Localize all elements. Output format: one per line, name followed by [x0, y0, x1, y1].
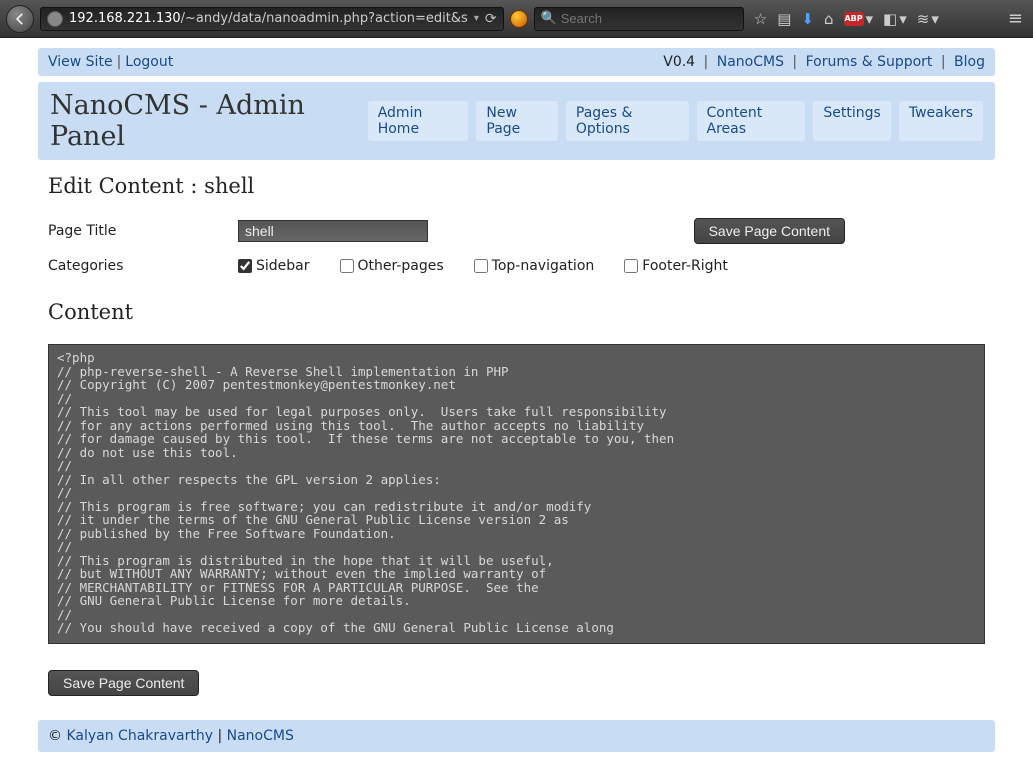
view-site-link[interactable]: View Site [48, 54, 113, 70]
back-button[interactable] [6, 5, 34, 33]
category-label: Sidebar [256, 258, 310, 274]
blog-link[interactable]: Blog [954, 54, 985, 70]
edit-heading: Edit Content : shell [48, 174, 985, 198]
library-icon[interactable]: ▤ [777, 10, 791, 28]
top-right-links: V0.4 | NanoCMS | Forums & Support | Blog [663, 54, 985, 70]
star-icon[interactable]: ☆ [754, 10, 767, 28]
search-input[interactable] [561, 11, 737, 26]
browser-toolbar: 192.168.221.130/~andy/data/nanoadmin.php… [0, 0, 1033, 38]
page-title-input[interactable] [238, 220, 428, 242]
content-heading: Content [48, 300, 985, 324]
categories-row: Categories Sidebar Other-pages Top-navigat… [48, 258, 985, 274]
page-title-row: Page Title Save Page Content [48, 218, 985, 244]
page-title-label: Page Title [48, 223, 238, 239]
category-label: Top-navigation [492, 258, 595, 274]
product-link[interactable]: NanoCMS [227, 728, 294, 744]
reload-icon[interactable]: ⟳ [485, 11, 497, 27]
logout-link[interactable]: Logout [125, 54, 173, 70]
tools-icon[interactable]: ≋▾ [917, 10, 939, 28]
main-content: Edit Content : shell Page Title Save Pag… [38, 160, 995, 696]
category-checkbox-other-pages[interactable] [340, 259, 354, 273]
nav-tab-pages-options[interactable]: Pages & Options [566, 101, 689, 141]
category-checkbox-footer-right[interactable] [624, 259, 638, 273]
search-icon: 🔍 [541, 11, 557, 26]
header: NanoCMS - Admin Panel Admin HomeNew Page… [38, 82, 995, 160]
nav-tab-settings[interactable]: Settings [813, 101, 890, 141]
category-label: Other-pages [358, 258, 444, 274]
toolbar-right: ☆ ▤ ⬇ ⌂ ABP▾ ◧▾ ≋▾ [754, 10, 939, 28]
search-bar[interactable]: 🔍 [534, 7, 744, 31]
globe-icon [47, 11, 63, 27]
categories-label: Categories [48, 258, 238, 274]
copyright-symbol: © [48, 728, 62, 744]
menu-icon[interactable]: ≡ [1008, 8, 1023, 29]
addon-icon[interactable]: ◧▾ [883, 10, 907, 28]
category-checkbox-sidebar[interactable] [238, 259, 252, 273]
abp-icon[interactable]: ABP▾ [844, 10, 874, 28]
category-list: Sidebar Other-pages Top-navigation Footer-R… [238, 258, 728, 274]
version-label: V0.4 [663, 54, 695, 70]
category-footer-right[interactable]: Footer-Right [624, 258, 728, 274]
nanocms-link[interactable]: NanoCMS [717, 54, 784, 70]
page-body: View Site | Logout V0.4 | NanoCMS | Foru… [0, 38, 1033, 772]
footer: © Kalyan Chakravarthy | NanoCMS [38, 720, 995, 752]
content-textarea[interactable] [48, 344, 985, 644]
nav-tab-admin-home[interactable]: Admin Home [368, 101, 469, 141]
separator: | [113, 54, 126, 70]
url-bar[interactable]: 192.168.221.130/~andy/data/nanoadmin.php… [40, 7, 504, 31]
category-sidebar[interactable]: Sidebar [238, 258, 310, 274]
home-icon[interactable]: ⌂ [824, 10, 834, 28]
nav-tab-content-areas[interactable]: Content Areas [697, 101, 806, 141]
page-title: NanoCMS - Admin Panel [50, 90, 368, 152]
category-checkbox-top-navigation[interactable] [474, 259, 488, 273]
nav-tab-new-page[interactable]: New Page [476, 101, 557, 141]
nav-tab-tweakers[interactable]: Tweakers [899, 101, 983, 141]
category-top-navigation[interactable]: Top-navigation [474, 258, 595, 274]
forums-link[interactable]: Forums & Support [806, 54, 933, 70]
admin-nav: Admin HomeNew PagePages & OptionsContent… [368, 101, 983, 141]
save-button-top[interactable]: Save Page Content [694, 218, 845, 244]
chevron-down-icon[interactable]: ▾ [474, 13, 479, 24]
author-link[interactable]: Kalyan Chakravarthy [66, 728, 213, 744]
save-button-bottom[interactable]: Save Page Content [48, 670, 199, 696]
download-icon[interactable]: ⬇ [801, 10, 814, 28]
url-text: 192.168.221.130/~andy/data/nanoadmin.php… [69, 11, 468, 26]
category-other-pages[interactable]: Other-pages [340, 258, 444, 274]
category-label: Footer-Right [642, 258, 728, 274]
top-link-bar: View Site | Logout V0.4 | NanoCMS | Foru… [38, 48, 995, 76]
firebug-icon[interactable] [510, 10, 528, 28]
